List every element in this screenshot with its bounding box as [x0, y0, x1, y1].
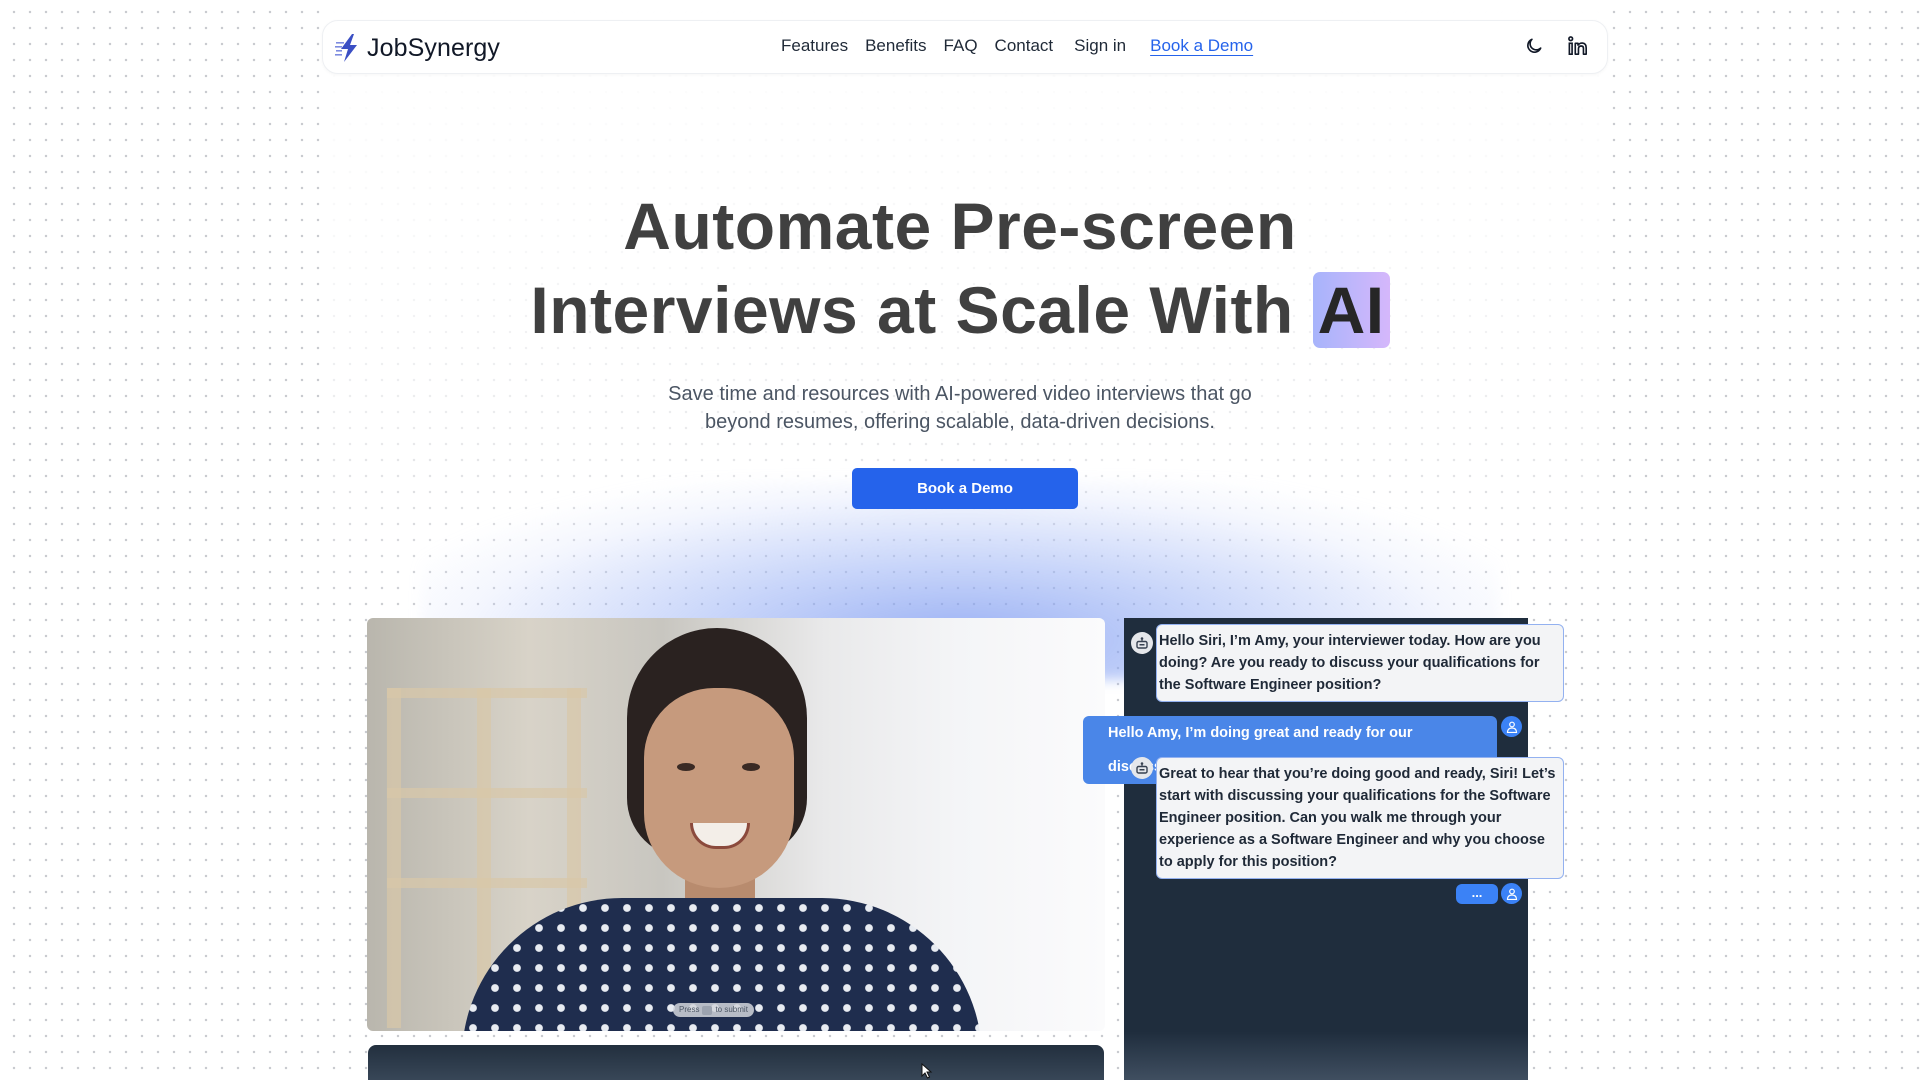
person-eye [677, 763, 695, 771]
moon-icon [1527, 38, 1542, 53]
bookshelf-board [387, 688, 587, 698]
nav-link-features[interactable]: Features [781, 36, 848, 56]
user-avatar [1501, 883, 1522, 904]
user-avatar [1501, 716, 1522, 737]
nav-icons [1523, 35, 1589, 57]
user-icon [1506, 721, 1517, 733]
hero-subtitle-line2: beyond resumes, offering scalable, data-… [705, 411, 1215, 433]
hero-subtitle-line1: Save time and resources with AI-powered … [668, 383, 1252, 405]
nav-link-contact[interactable]: Contact [995, 36, 1054, 56]
book-demo-link[interactable]: Book a Demo [1150, 36, 1253, 56]
interview-video-preview[interactable]: Press to submit [367, 618, 1105, 1031]
hero-title: Automate Pre-screen Interviews at Scale … [0, 184, 1920, 352]
bot-avatar [1131, 757, 1153, 779]
brand-name: JobSynergy [367, 33, 501, 62]
chat-message-bot: Hello Siri, I’m Amy, your interviewer to… [1156, 624, 1564, 702]
mouse-cursor-icon [921, 1063, 933, 1079]
nav-link-benefits[interactable]: Benefits [865, 36, 926, 56]
spacebar-key-icon [702, 1005, 713, 1015]
typing-indicator: ... [1456, 884, 1498, 904]
robot-icon [1136, 762, 1148, 774]
theme-toggle-button[interactable] [1523, 35, 1545, 57]
person-eye [742, 763, 760, 771]
video-controls-panel [368, 1045, 1104, 1080]
press-to-submit-hint: Press to submit [673, 1003, 754, 1017]
hint-text-after: to submit [715, 1005, 748, 1014]
bookshelf-board [387, 788, 587, 798]
hint-text-before: Press [679, 1005, 700, 1014]
hero-subtitle: Save time and resources with AI-powered … [0, 380, 1920, 436]
chat-message-bot: Great to hear that you’re doing good and… [1156, 757, 1564, 879]
ai-highlight: AI [1312, 272, 1390, 348]
linkedin-button[interactable] [1567, 35, 1589, 57]
linkedin-icon [1568, 36, 1587, 55]
bookshelf-board [387, 878, 587, 888]
nav-link-faq[interactable]: FAQ [944, 36, 978, 56]
sign-in-link[interactable]: Sign in [1074, 36, 1126, 56]
book-demo-button[interactable]: Book a Demo [852, 468, 1078, 509]
navbar: JobSynergy Features Benefits FAQ Contact… [322, 20, 1608, 74]
nav-links: Features Benefits FAQ Contact Sign in Bo… [781, 36, 1253, 56]
hero-title-line1: Automate Pre-screen [623, 189, 1297, 263]
user-icon [1506, 888, 1517, 900]
hero-title-line2: Interviews at Scale With [530, 273, 1294, 347]
bookshelf-post [387, 688, 401, 1028]
brand-logo-link[interactable]: JobSynergy [335, 33, 500, 63]
robot-icon [1136, 637, 1148, 649]
lightning-logo-icon [335, 34, 357, 62]
person-face [644, 688, 794, 888]
bot-avatar [1131, 632, 1153, 654]
